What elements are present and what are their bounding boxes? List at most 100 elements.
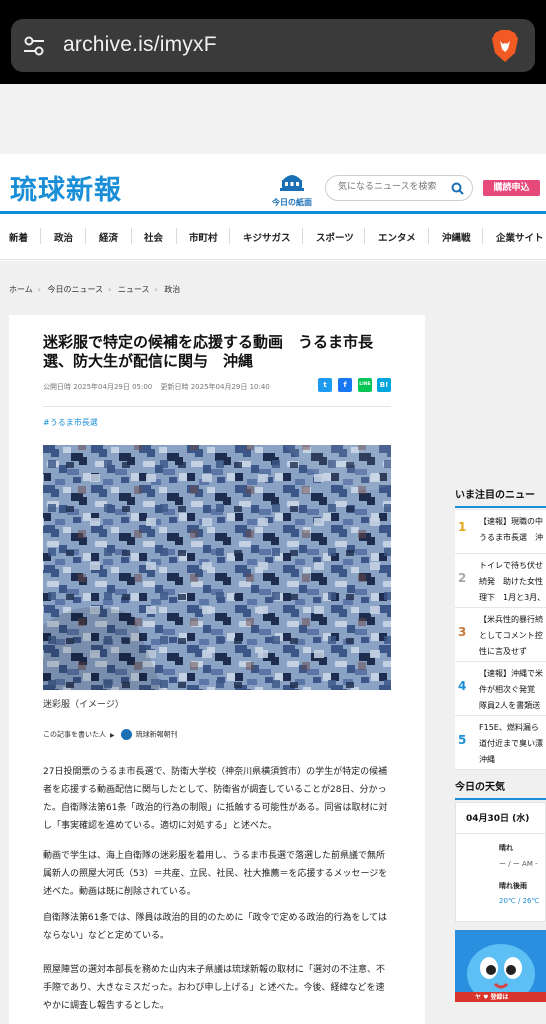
nav-divider [428,228,429,244]
ranking-text: 【米兵性的暴行続 としてコメント控 性に言及せず [479,612,546,660]
ranking-line: 隊員2人を書類送 [479,701,541,710]
brave-lion-icon[interactable] [489,29,521,63]
search-icon[interactable] [451,182,464,195]
article-headline: 迷彩服で特定の候補を応援する動画 うるま市長選、防大生が配信に関与 沖縄 [43,333,374,370]
ranking-item[interactable]: 2 トイレで待ち伏せ 続発 助けた女性 理下 1月と3月、 [455,554,546,608]
ranking-number: 3 [458,625,467,639]
ranking-number: 4 [458,679,467,693]
hatena-share-button[interactable]: B! [377,378,391,392]
published-date: 公開日時 2025年04月29日 05:00 [43,383,153,391]
article-paragraph: 動画で学生は、海上自衛隊の迷彩服を着用し、うるま市長選で落選した前県議で無所属新… [43,851,388,897]
ranking-number: 2 [458,571,467,585]
ranking-item[interactable]: 1 【速報】現職の中 うるま市長選 沖 [455,510,546,554]
nav-divider [364,228,365,244]
header-divider [43,406,391,407]
weather-divider [456,833,545,834]
category-nav: 新着 政治 経済 社会 市町村 キジサガス スポーツ エンタメ 沖縄戦 企業サイ… [0,214,546,260]
article-paragraph: 照屋陣営の選対本部長を務めた山内末子県議は琉球新報の取材に「選対の不注意、不手際… [43,965,386,1011]
weather-pm-temp: 20℃ / 26℃ [499,897,540,905]
address-bar[interactable]: archive.is/imyxF [11,19,535,72]
nav-item-entertainment[interactable]: エンタメ [378,230,416,244]
chevron-right-icon: › [108,285,112,294]
ranking-line: F15E、燃料漏ら [479,723,539,732]
nav-item-society[interactable]: 社会 [144,230,163,244]
breadcrumb: ホーム › 今日のニュース › ニュース › 政治 [9,284,183,295]
article-paragraph: 27日投開票のうるま市長選で、防衛大学校（神奈川県横須賀市）の学生が特定の候補者… [43,767,388,831]
play-arrow-icon: ▶ [110,731,115,739]
ranking-line: としてコメント控 [479,631,543,640]
nav-item-politics[interactable]: 政治 [54,230,73,244]
twitter-share-button[interactable]: t [318,378,332,392]
site-header: 琉球新報 今日の紙面 購読申込 [0,154,546,214]
author-avatar [120,729,132,740]
today-paper-label: 今日の紙面 [272,198,312,207]
author-label: この記事を書いた人 [43,730,106,739]
chevron-right-icon: › [154,285,158,294]
author-line: この記事を書いた人 ▶ 琉球新報朝刊 [43,729,178,740]
url-text[interactable]: archive.is/imyxF [63,33,217,57]
nav-divider [131,228,132,244]
ranking-line: 続発 助けた女性 [479,577,543,586]
subscribe-button[interactable]: 購読申込 [483,180,540,196]
author-name[interactable]: 琉球新報朝刊 [136,731,178,739]
today-paper-link[interactable]: 今日の紙面 [270,170,314,208]
breadcrumb-news[interactable]: ニュース [118,285,150,294]
banner-text: ヤ ♥ 登録は [475,994,509,1001]
ranking-line: 【速報】沖縄で米 [479,669,543,678]
ranking-text: 【速報】現職の中 うるま市長選 沖 [479,514,546,546]
breadcrumb-today[interactable]: 今日のニュース [48,285,104,294]
nav-item-corporate[interactable]: 企業サイト [496,230,544,244]
ranking-item[interactable]: 5 F15E、燃料漏ら 道付近まで臭い漂 沖縄 [455,716,546,770]
site-logo[interactable]: 琉球新報 [10,168,122,207]
ranking-line: 【速報】現職の中 [479,517,543,526]
nav-item-municipal[interactable]: 市町村 [189,230,218,244]
ranking-text: トイレで待ち伏せ 続発 助けた女性 理下 1月と3月、 [479,558,546,606]
weather-am-temp: ー / ー AM - [499,860,538,868]
nav-item-new[interactable]: 新着 [9,230,28,244]
nav-item-okinawa-war[interactable]: 沖縄戦 [442,230,471,244]
weather-am-label: 晴れ [499,844,513,852]
ranking-number: 5 [458,733,467,747]
nav-divider [40,228,41,244]
camouflage-uniform-photo [43,445,391,690]
chevron-right-icon: › [37,285,41,294]
search-box[interactable] [325,175,473,201]
weather-title: 今日の天気 [455,778,546,800]
nav-divider [302,228,303,244]
ranking-item[interactable]: 3 【米兵性的暴行続 としてコメント控 性に言及せず [455,608,546,662]
ranking-line: 件が相次ぐ発覚 [479,685,535,694]
ranking-line: 性に言及せず [479,647,527,656]
ranking-text: F15E、燃料漏ら 道付近まで臭い漂 沖縄 [479,720,546,768]
weather-widget[interactable]: 04月30日 (水) 晴れ ー / ー AM - 晴れ後雨 20℃ / 26℃ [455,802,546,922]
nav-divider [482,228,483,244]
ranking-item[interactable]: 4 【速報】沖縄で米 件が相次ぐ発覚 隊員2人を書類送 [455,662,546,716]
ranking-text: 【速報】沖縄で米 件が相次ぐ発覚 隊員2人を書類送 [479,666,546,714]
mascot-banner[interactable]: ヤ ♥ 登録は [455,930,546,1002]
trending-title: いま注目のニュー [455,486,546,508]
topic-tag[interactable]: #うるま市長選 [43,417,98,428]
article-dates: 公開日時 2025年04月29日 05:00 更新日時 2025年04月29日 … [43,382,270,392]
photo-caption: 迷彩服（イメージ） [43,700,124,710]
camouflage-pattern [43,445,391,690]
article-card: 迷彩服で特定の候補を応援する動画 うるま市長選、防大生が配信に関与 沖縄 公開日… [9,315,425,1024]
tune-icon[interactable] [21,33,47,59]
ranking-line: 沖縄 [479,755,495,764]
nav-divider [229,228,230,244]
line-share-button[interactable]: LINE [358,378,372,392]
facebook-share-button[interactable]: f [338,378,352,392]
nav-item-economy[interactable]: 経済 [99,230,118,244]
updated-date: 更新日時 2025年04月29日 10:40 [160,383,270,391]
weather-pm-label: 晴れ後雨 [499,882,527,890]
nav-item-sports[interactable]: スポーツ [316,230,354,244]
breadcrumb-politics[interactable]: 政治 [164,285,180,294]
nav-item-kijisagasu[interactable]: キジサガス [243,230,291,244]
sidebar: いま注目のニュー 1 【速報】現職の中 うるま市長選 沖 2 トイレで待ち伏せ 続発… [455,480,546,1024]
article-paragraph: 自衛隊法第61条では、隊員は政治的目的のために「政令で定める政治的行為をしてはな… [43,913,388,941]
ad-space [0,84,546,154]
ranking-line: うるま市長選 沖 [479,533,543,542]
ranking-line: 理下 1月と3月、 [479,593,546,602]
nav-divider [85,228,86,244]
search-input[interactable] [338,181,448,191]
ranking-number: 1 [458,520,467,534]
breadcrumb-home[interactable]: ホーム [9,285,33,294]
